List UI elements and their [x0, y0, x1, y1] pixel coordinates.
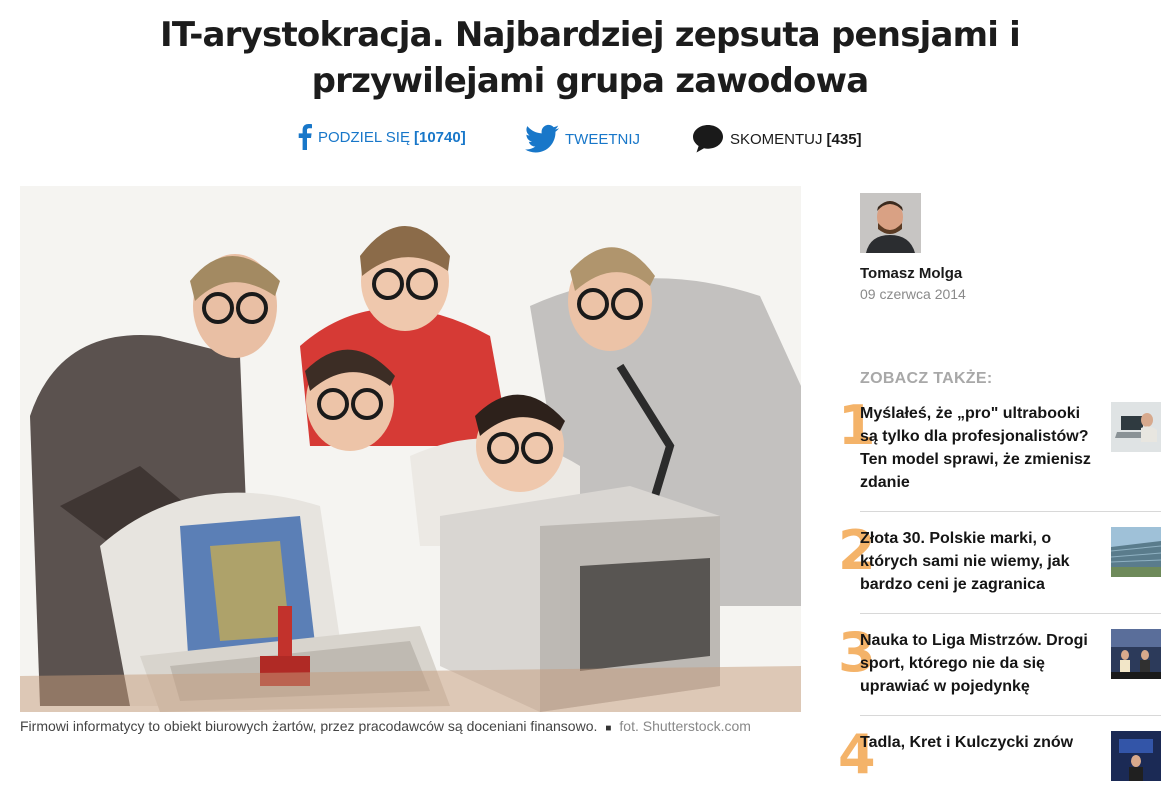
comment-count: [435] [826, 130, 862, 148]
laptop-thumbnail-image [1111, 402, 1161, 452]
tv-studio-thumbnail-image [1111, 731, 1161, 781]
nerds-at-computer-image [20, 186, 801, 712]
related-item-thumbnail[interactable] [1111, 527, 1161, 577]
panel-discussion-thumbnail-image [1111, 629, 1161, 679]
related-item-title[interactable]: Złota 30. Polskie marki, o których sami … [860, 527, 1100, 596]
related-item-title[interactable]: Nauka to Liga Mistrzów. Drogi sport, któ… [860, 629, 1100, 698]
author-name[interactable]: Tomasz Molga [860, 265, 1060, 282]
article-title: IT-arystokracja. Najbardziej zepsuta pen… [159, 15, 1021, 101]
facebook-icon [298, 124, 312, 150]
article-photo [20, 186, 801, 712]
twitter-icon [525, 124, 559, 153]
author-box: Tomasz Molga 09 czerwca 2014 [860, 193, 1060, 302]
related-item-title[interactable]: Myślałeś, że „pro" ultrabooki są tylko d… [860, 402, 1100, 494]
twitter-share-button[interactable]: TWEETNIJ [525, 124, 640, 154]
related-item-thumbnail[interactable] [1111, 629, 1161, 679]
facebook-share-button[interactable]: PODZIEL SIĘ [10740] [298, 124, 466, 150]
related-divider [860, 613, 1161, 614]
author-photo-image [860, 193, 921, 253]
related-item-thumbnail[interactable] [1111, 402, 1161, 452]
related-divider [860, 715, 1161, 716]
building-thumbnail-image [1111, 527, 1161, 577]
related-item-thumbnail[interactable] [1111, 731, 1161, 781]
author-avatar[interactable] [860, 193, 921, 253]
photo-caption: Firmowi informatycy to obiekt biurowych … [20, 718, 751, 734]
comment-bubble-icon [693, 125, 723, 153]
see-also-heading: ZOBACZ TAKŻE: [860, 370, 993, 387]
caption-text: Firmowi informatycy to obiekt biurowych … [20, 718, 598, 734]
related-item-title[interactable]: Tadla, Kret i Kulczycki znów [860, 731, 1100, 754]
facebook-share-count: [10740] [413, 128, 466, 146]
publish-date: 09 czerwca 2014 [860, 286, 966, 302]
facebook-share-label: PODZIEL SIĘ [318, 128, 410, 146]
caption-separator: ■ [605, 723, 612, 734]
twitter-share-label: TWEETNIJ [565, 130, 640, 148]
comment-button[interactable]: SKOMENTUJ [435] [692, 124, 862, 154]
comment-label: SKOMENTUJ [730, 130, 823, 148]
photo-credit: fot. Shutterstock.com [619, 718, 751, 734]
related-divider [860, 511, 1161, 512]
share-bar: PODZIEL SIĘ [10740] TWEETNIJ SKOMENTUJ [… [0, 124, 1173, 158]
